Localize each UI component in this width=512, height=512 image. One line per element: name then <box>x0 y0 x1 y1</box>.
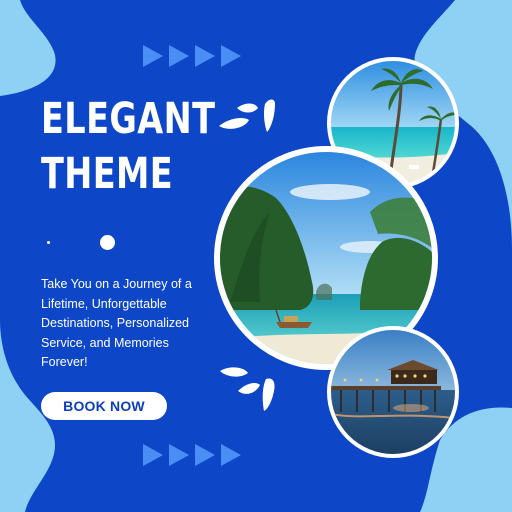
arrow-right-icon <box>221 444 241 466</box>
splash-icon <box>219 99 275 132</box>
arrow-right-icon <box>143 444 163 466</box>
headline: ELEGANT THEME <box>41 92 216 202</box>
promo-canvas: ELEGANT THEME Take You on a Journey of a… <box>0 0 512 512</box>
book-now-button[interactable]: BOOK NOW <box>41 392 167 420</box>
arrow-right-icon <box>195 444 215 466</box>
bottom-arrows <box>143 444 241 466</box>
arrow-right-icon <box>195 45 215 67</box>
description: Take You on a Journey of a Lifetime, Unf… <box>41 277 192 369</box>
headline-line-2: THEME <box>41 149 174 199</box>
arrow-right-icon <box>143 45 163 67</box>
pier-photo <box>327 326 459 458</box>
arrow-right-icon <box>169 444 189 466</box>
dot-icon <box>47 241 50 244</box>
top-arrows <box>143 45 241 67</box>
dot-icon <box>100 235 115 250</box>
arrow-right-icon <box>221 45 241 67</box>
headline-line-1: ELEGANT <box>41 94 216 144</box>
arrow-right-icon <box>169 45 189 67</box>
splash-icon <box>220 367 275 411</box>
